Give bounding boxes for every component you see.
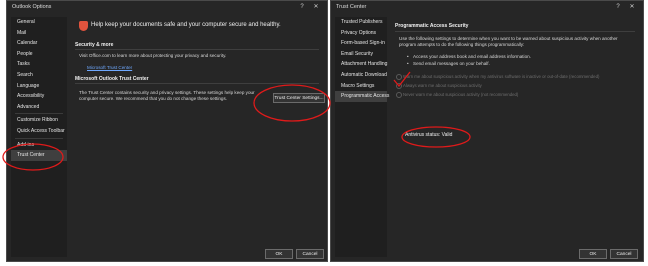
nav-divider: [15, 113, 63, 115]
nav-item-programmatic-access[interactable]: Programmatic Access: [335, 91, 389, 102]
nav-item-form-based-sign-in[interactable]: Form-based Sign-in: [335, 38, 387, 49]
radio-always-warn[interactable]: [396, 83, 402, 89]
nav-item-mail[interactable]: Mail: [11, 28, 67, 39]
bullet-item: Send email messages on your behalf.: [407, 61, 490, 66]
close-button[interactable]: ✕: [627, 1, 637, 14]
nav-item-trusted-publishers[interactable]: Trusted Publishers: [335, 17, 387, 28]
security-text: Visit Office.com to learn more about pro…: [79, 53, 227, 58]
programmatic-access-content: Programmatic Access Security Use the fol…: [393, 17, 637, 237]
nav-item-people[interactable]: People: [11, 49, 67, 60]
trust-center-heading: Microsoft Outlook Trust Center: [75, 76, 149, 82]
option-label: Never warn me about suspicious activity …: [403, 92, 519, 97]
nav-item-trust-center[interactable]: Trust Center: [11, 150, 67, 161]
nav-item-customize-ribbon[interactable]: Customize Ribbon: [11, 115, 67, 126]
section-divider: [75, 83, 319, 84]
antivirus-status: Antivirus status: Valid: [405, 132, 453, 138]
radio-never-warn[interactable]: [396, 92, 402, 98]
options-nav: General Mail Calendar People Tasks Searc…: [11, 17, 67, 257]
window-title: Trust Center: [336, 4, 367, 10]
help-button[interactable]: ?: [297, 1, 307, 14]
ok-button[interactable]: OK: [265, 249, 293, 259]
nav-item-calendar[interactable]: Calendar: [11, 38, 67, 49]
outlook-options-window: Outlook Options ? ✕ General Mail Calenda…: [6, 0, 328, 262]
page-title: Programmatic Access Security: [395, 23, 469, 29]
nav-item-language[interactable]: Language: [11, 81, 67, 92]
ok-button[interactable]: OK: [579, 249, 607, 259]
nav-item-general[interactable]: General: [11, 17, 67, 28]
close-button[interactable]: ✕: [311, 1, 321, 14]
radio-warn-if-antivirus-inactive[interactable]: [396, 74, 402, 80]
security-heading: Security & more: [75, 42, 114, 48]
trust-center-text: The Trust Center contains security and p…: [79, 90, 255, 101]
trust-center-window: Trust Center ? ✕ Trusted Publishers Priv…: [330, 0, 644, 262]
shield-icon: [79, 21, 88, 31]
options-content: Help keep your documents safe and your c…: [73, 15, 325, 237]
section-divider: [395, 31, 635, 32]
trust-center-nav: Trusted Publishers Privacy Options Form-…: [335, 17, 389, 257]
intro-text: Use the following settings to determine …: [399, 36, 618, 47]
nav-item-macro-settings[interactable]: Macro Settings: [335, 81, 387, 92]
nav-item-search[interactable]: Search: [11, 70, 67, 81]
window-title: Outlook Options: [12, 4, 52, 10]
nav-item-attachment-handling[interactable]: Attachment Handling: [335, 59, 387, 70]
nav-divider: [15, 137, 63, 139]
nav-item-add-ins[interactable]: Add-ins: [11, 140, 67, 151]
option-label: Always warn me about suspicious activity: [403, 83, 482, 88]
section-divider: [75, 49, 319, 50]
nav-item-tasks[interactable]: Tasks: [11, 59, 67, 70]
option-label: Warn me about suspicious activity when m…: [403, 74, 600, 79]
nav-item-automatic-download[interactable]: Automatic Download: [335, 70, 387, 81]
nav-item-email-security[interactable]: Email Security: [335, 49, 387, 60]
nav-item-quick-access-toolbar[interactable]: Quick Access Toolbar: [11, 126, 67, 137]
nav-item-accessibility[interactable]: Accessibility: [11, 91, 67, 102]
cancel-button[interactable]: Cancel: [610, 249, 638, 259]
page-headline: Help keep your documents safe and your c…: [91, 22, 281, 28]
nav-item-privacy-options[interactable]: Privacy Options: [335, 28, 387, 39]
help-button[interactable]: ?: [613, 1, 623, 14]
cancel-button[interactable]: Cancel: [296, 249, 324, 259]
microsoft-trust-center-link[interactable]: Microsoft Trust Center: [87, 65, 132, 70]
nav-item-advanced[interactable]: Advanced: [11, 102, 67, 113]
bullet-item: Access your address book and email addre…: [407, 54, 531, 59]
trust-center-settings-button[interactable]: Trust Center Settings...: [273, 93, 325, 103]
